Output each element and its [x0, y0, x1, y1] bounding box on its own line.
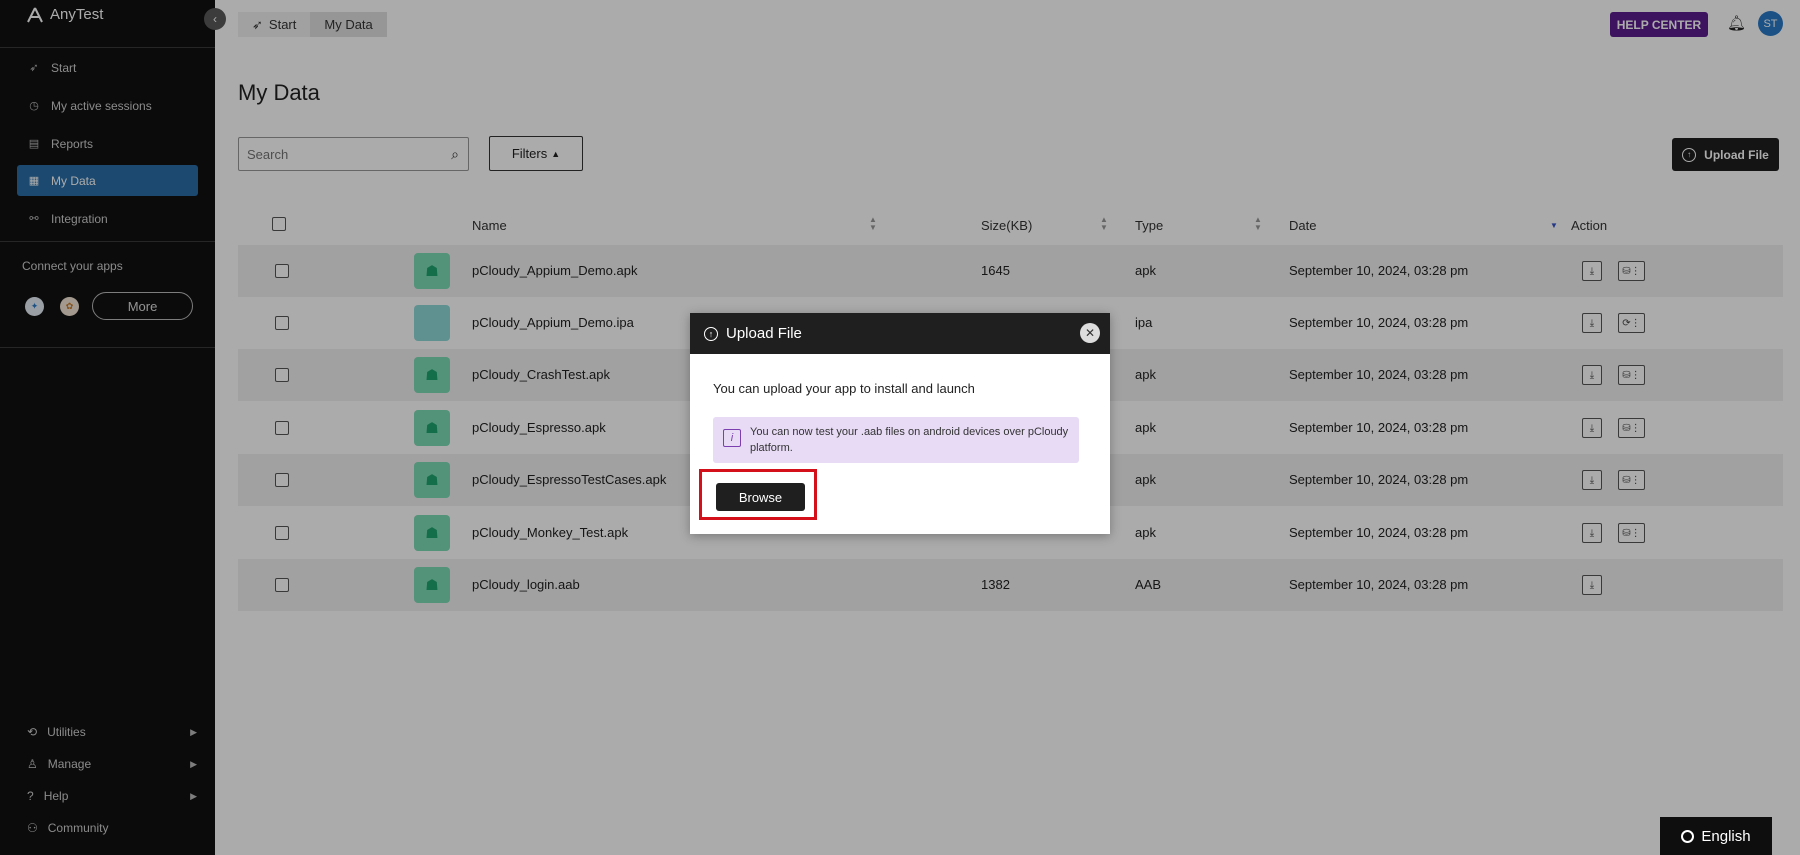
upload-file-dialog: ↑ Upload File ✕ You can upload your app … [690, 313, 1110, 534]
dialog-header: ↑ Upload File [690, 313, 1110, 354]
info-line: platform. [750, 442, 793, 454]
browse-button[interactable]: Browse [716, 483, 805, 511]
globe-icon [1681, 829, 1695, 843]
upload-icon: ↑ [704, 326, 718, 341]
language-label: English [1701, 827, 1751, 845]
info-text: You can now test your .aab files on andr… [750, 424, 1068, 456]
language-selector[interactable]: English [1660, 817, 1772, 855]
info-icon: i [723, 429, 741, 447]
close-icon[interactable]: ✕ [1080, 323, 1100, 343]
dialog-message: You can upload your app to install and l… [713, 381, 975, 396]
highlight-box: Browse [699, 469, 817, 520]
info-banner: i You can now test your .aab files on an… [713, 417, 1079, 463]
dialog-title: Upload File [726, 325, 802, 342]
info-line: You can now test your .aab files on andr… [750, 426, 1069, 438]
